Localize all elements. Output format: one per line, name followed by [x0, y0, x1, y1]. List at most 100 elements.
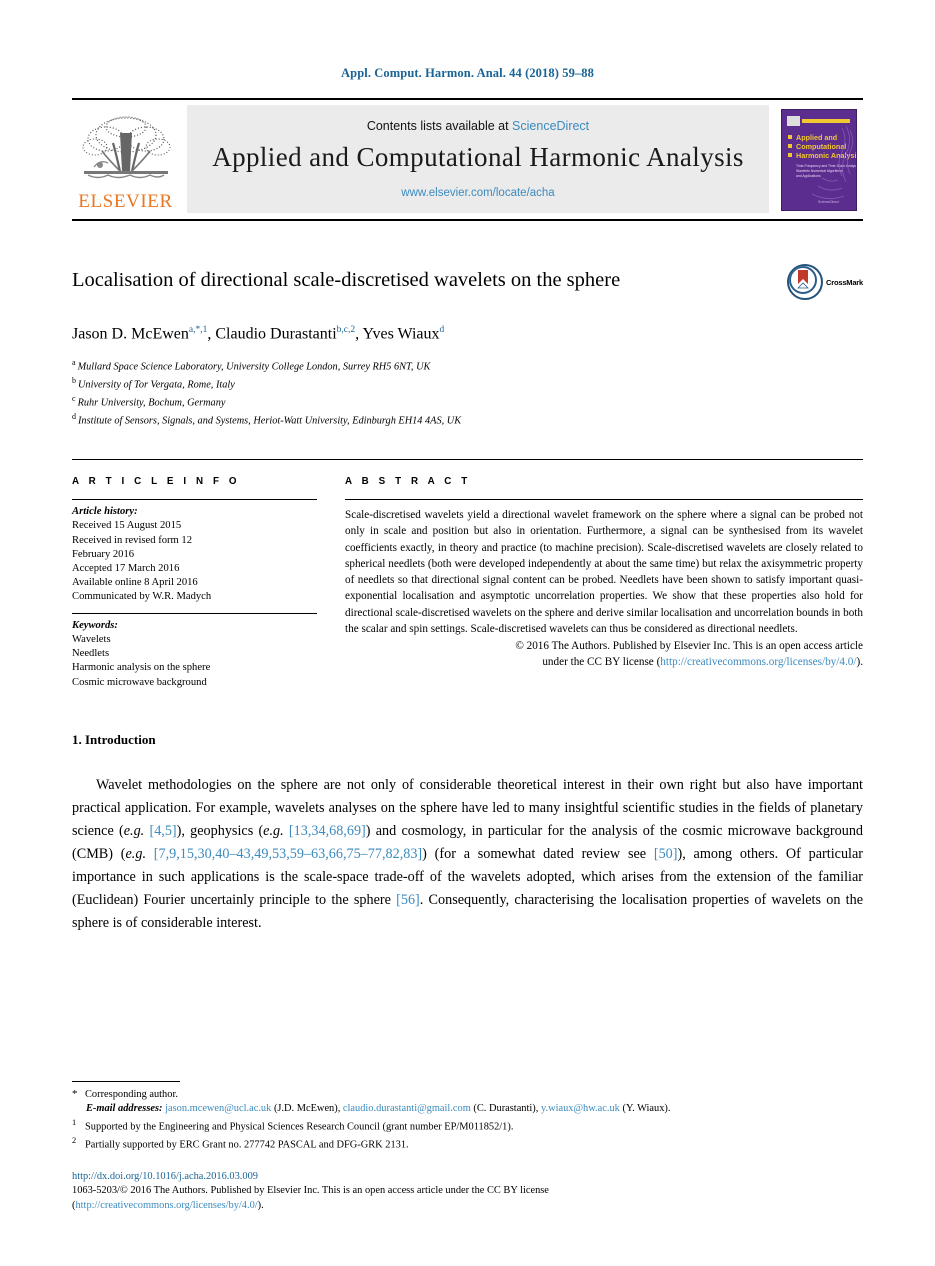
keywords-label: Keywords:	[72, 619, 118, 631]
paper-page: Appl. Comput. Harmon. Anal. 44 (2018) 59…	[0, 0, 935, 1266]
svg-text:Time-Frequency and Time-Scale: Time-Frequency and Time-Scale Analysis	[796, 164, 856, 168]
affiliation-mark: d	[72, 412, 76, 422]
citation-ref[interactable]: [56]	[396, 892, 420, 908]
affiliation-text: Ruhr University, Bochum, Germany	[77, 397, 226, 409]
contents-available-line: Contents lists available at ScienceDirec…	[367, 119, 589, 133]
crossmark-label: CrossMark	[826, 277, 863, 287]
doi-link[interactable]: http://dx.doi.org/10.1016/j.acha.2016.03…	[72, 1170, 863, 1185]
citation-ref[interactable]: [4,5]	[149, 823, 176, 839]
article-info-heading: A R T I C L E I N F O	[72, 476, 241, 488]
colophon: http://dx.doi.org/10.1016/j.acha.2016.03…	[72, 1170, 863, 1214]
sciencedirect-link[interactable]: ScienceDirect	[512, 119, 589, 133]
affiliation-text: Mullard Space Science Laboratory, Univer…	[77, 361, 431, 373]
journal-homepage-link[interactable]: www.elsevier.com/locate/acha	[401, 187, 554, 199]
colophon-license-url-line: (http://creativecommons.org/licenses/by/…	[72, 1199, 863, 1214]
body-text	[146, 846, 154, 862]
abstract-copyright: © 2016 The Authors. Published by Elsevie…	[345, 638, 863, 670]
footnote-divider	[72, 1080, 180, 1082]
history-line: Received 15 August 2015	[72, 520, 182, 532]
author-name: Yves Wiaux	[362, 325, 440, 343]
page-title: Localisation of directional scale-discre…	[72, 269, 621, 291]
footnote-text: Partially supported by ERC Grant no. 277…	[85, 1139, 409, 1151]
author-marks: b,c,2	[336, 325, 356, 335]
email-link[interactable]: y.wiaux@hw.ac.uk	[541, 1103, 620, 1114]
affiliation-item: a Mullard Space Science Laboratory, Unive…	[72, 357, 863, 375]
history-line: Received in revised form 12	[72, 534, 193, 546]
journal-cover-image: Applied and Computational Harmonic Analy…	[781, 108, 857, 211]
crossmark-icon	[787, 264, 824, 300]
footnote-mark-2: 2	[72, 1136, 77, 1146]
keywords-block: Keywords: Wavelets Needlets Harmonic ana…	[72, 614, 317, 690]
author-list: Jason D. McEwena,*,1, Claudio Durastanti…	[72, 325, 445, 343]
copyright-line: © 2016 The Authors. Published by Elsevie…	[515, 640, 863, 653]
footnote-text: Corresponding author.	[85, 1088, 178, 1100]
footnote-text: Supported by the Engineering and Physica…	[85, 1121, 514, 1133]
citation-ref[interactable]: [50]	[654, 846, 678, 862]
journal-masthead: ELSEVIER Contents lists available at Sci…	[72, 98, 863, 221]
eg-italic: e.g.	[125, 846, 147, 863]
eg-italic: e.g.	[263, 823, 284, 840]
footnote-note-2: 2 Partially supported by ERC Grant no. 27…	[72, 1135, 863, 1153]
affiliation-text: University of Tor Vergata, Rome, Italy	[78, 379, 235, 391]
contents-prefix: Contents lists available at	[366, 119, 513, 133]
affiliation-mark: c	[72, 394, 76, 404]
license-prefix: under the CC BY license (	[542, 656, 661, 669]
author-name: Jason D. McEwen	[72, 325, 189, 343]
article-history-block: Article history: Received 15 August 2015…	[72, 500, 317, 604]
history-line: Accepted 17 March 2016	[72, 563, 180, 574]
license-suffix: ).	[856, 656, 863, 669]
author-marks: a,*,1	[188, 325, 208, 335]
journal-title: Applied and Computational Harmonic Analy…	[212, 142, 744, 172]
footnotes-block: * Corresponding author. E-mail addresses:…	[72, 1080, 863, 1214]
paren-close: ).	[257, 1200, 264, 1212]
article-info-column: A R T I C L E I N F O Article history: R…	[72, 476, 317, 690]
email-link[interactable]: jason.mcewen@ucl.ac.uk	[165, 1103, 271, 1114]
crossmark-badge[interactable]: CrossMark	[787, 264, 863, 300]
footnote-note-1: 1 Supported by the Engineering and Physic…	[72, 1117, 863, 1135]
author-name: Claudio Durastanti	[215, 325, 337, 343]
keyword-item: Needlets	[72, 648, 110, 660]
affiliation-list: a Mullard Space Science Laboratory, Unive…	[72, 357, 863, 429]
email-addresses-label: E-mail addresses:	[86, 1103, 163, 1115]
keyword-item: Wavelets	[72, 633, 111, 645]
footnote-mark-star: *	[72, 1087, 78, 1100]
running-head: Appl. Comput. Harmon. Anal. 44 (2018) 59…	[341, 66, 594, 80]
email-link[interactable]: claudio.durastanti@gmail.com	[343, 1103, 471, 1114]
history-line: Available online 8 April 2016	[72, 577, 198, 589]
article-history-label: Article history:	[72, 506, 138, 518]
body-text: ) (for a somewhat dated review see	[422, 846, 654, 863]
abstract-heading: A B S T R A C T	[345, 476, 471, 488]
title-row: Localisation of directional scale-discre…	[72, 264, 863, 300]
email-owner: (J.D. McEwen)	[273, 1103, 338, 1115]
license-link[interactable]: http://creativecommons.org/licenses/by/4…	[660, 656, 856, 668]
affiliation-mark: a	[72, 358, 76, 368]
license-line: under the CC BY license (http://creative…	[345, 654, 863, 670]
affiliation-mark: b	[72, 376, 76, 386]
body-text: ), geophysics (	[176, 823, 264, 840]
email-owner: (C. Durastanti)	[473, 1103, 536, 1115]
journal-cover-art: Applied and Computational Harmonic Analy…	[782, 109, 856, 210]
info-abstract-block: A R T I C L E I N F O Article history: R…	[72, 459, 863, 690]
affiliation-item: c Ruhr University, Bochum, Germany	[72, 393, 863, 411]
introduction-paragraph: Wavelet methodologies on the sphere are …	[72, 774, 863, 935]
email-owner: (Y. Wiaux).	[622, 1103, 671, 1115]
svg-text:Applied and: Applied and	[796, 133, 837, 142]
history-line: February 2016	[72, 548, 135, 560]
abstract-column: A B S T R A C T Scale-discretised wavele…	[345, 476, 863, 690]
citation-ref[interactable]: [13,34,68,69]	[289, 823, 366, 839]
svg-text:and Applications: and Applications	[796, 174, 821, 178]
footnote-corresponding-author: * Corresponding author.	[72, 1087, 863, 1103]
cc-license-link[interactable]: http://creativecommons.org/licenses/by/4…	[75, 1200, 257, 1211]
affiliation-text: Institute of Sensors, Signals, and Syste…	[78, 415, 462, 427]
keyword-item: Harmonic analysis on the sphere	[72, 662, 211, 674]
abstract-text: Scale-discretised wavelets yield a direc…	[345, 509, 863, 635]
affiliation-item: d Institute of Sensors, Signals, and Syst…	[72, 411, 863, 429]
author-marks: d	[439, 325, 445, 335]
elsevier-wordmark: ELSEVIER	[78, 191, 173, 212]
keyword-item: Cosmic microwave background	[72, 676, 207, 688]
section-heading-introduction: 1. Introduction	[72, 732, 156, 748]
citation-ref[interactable]: [7,9,15,30,40–43,49,53,59–63,66,75–77,82…	[154, 846, 422, 862]
footnote-mark-1: 1	[72, 1118, 77, 1128]
journal-cover-wrap: Applied and Computational Harmonic Analy…	[775, 100, 863, 219]
masthead-center-panel: Contents lists available at ScienceDirec…	[187, 105, 769, 213]
